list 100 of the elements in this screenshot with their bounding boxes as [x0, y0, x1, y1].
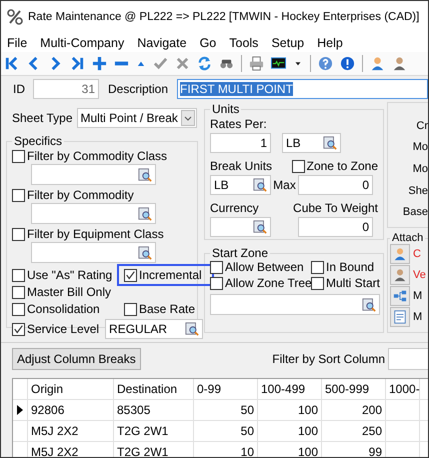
field-label: Max: [272, 178, 297, 192]
checkbox-label: Zone to Zone: [306, 159, 378, 173]
table-cell: 92806: [28, 400, 114, 420]
max-field[interactable]: 0: [298, 175, 373, 195]
group-title: Attach: [391, 232, 424, 244]
adjust-column-breaks-button[interactable]: Adjust Column Breaks: [12, 348, 141, 370]
help-icon[interactable]: [318, 56, 333, 71]
last-record-icon[interactable]: [70, 56, 85, 71]
table-cell: 200: [322, 400, 386, 420]
unit-lookup-field[interactable]: LB: [282, 133, 341, 153]
person-button[interactable]: [390, 265, 410, 285]
sheet-type-dropdown[interactable]: Multi Point / Break: [76, 108, 196, 128]
table-cell: M5J 2X2: [28, 442, 114, 457]
checkbox[interactable]: [311, 276, 324, 290]
checkbox[interactable]: [12, 322, 25, 336]
menu-item[interactable]: File: [7, 36, 34, 50]
checkbox[interactable]: [210, 260, 223, 274]
table-cell: 100: [258, 400, 322, 420]
menu-item[interactable]: Go: [200, 36, 222, 50]
checkbox[interactable]: [210, 276, 223, 290]
checkbox-label: Filter by Commodity: [27, 188, 134, 202]
break-units-field[interactable]: LB: [210, 175, 271, 195]
table-cell: T2G 2W1: [114, 421, 194, 441]
rates-per-field[interactable]: 1: [210, 133, 271, 153]
person-icon[interactable]: [392, 56, 407, 71]
hierarchy-icon: [393, 289, 407, 303]
app-icon: [7, 9, 23, 25]
table-cell: 85305: [114, 400, 194, 420]
start-zone-field[interactable]: [210, 294, 380, 315]
lookup-icon[interactable]: [138, 246, 152, 260]
field-label: Base: [402, 206, 428, 218]
chevron-down-icon: [180, 110, 194, 126]
field-label: Currency: [210, 201, 260, 215]
checkbox[interactable]: [124, 302, 137, 316]
currency-field[interactable]: [210, 217, 271, 237]
column-header[interactable]: 500-999: [322, 379, 386, 399]
close-icon[interactable]: [175, 56, 190, 71]
description-field[interactable]: FIRST MULTI POINT: [177, 78, 428, 98]
lookup-icon[interactable]: [323, 136, 337, 150]
lookup-field[interactable]: [31, 242, 156, 263]
first-record-icon[interactable]: [4, 56, 19, 71]
menu-item[interactable]: Navigate: [137, 36, 193, 50]
checkbox[interactable]: [12, 188, 25, 202]
checkbox[interactable]: [12, 268, 25, 282]
attachment-label: M: [413, 311, 422, 323]
checkbox[interactable]: [311, 260, 324, 274]
printer-icon[interactable]: [249, 56, 264, 71]
refresh-icon[interactable]: [197, 56, 212, 71]
check-icon[interactable]: [153, 56, 168, 71]
info-icon[interactable]: [340, 56, 355, 71]
column-header[interactable]: 100-499: [258, 379, 322, 399]
table-cell: 100: [258, 442, 322, 457]
menu-item[interactable]: Multi-Company: [40, 36, 130, 50]
lookup-field[interactable]: [31, 203, 156, 224]
checkbox[interactable]: [12, 228, 25, 240]
checkbox-label: Filter by Equipment Class: [27, 227, 164, 241]
person-button[interactable]: [390, 244, 410, 264]
field-label: ID: [13, 82, 25, 96]
menu-item[interactable]: Tools: [229, 36, 264, 50]
checkbox-label: Filter by Commodity Class: [27, 149, 168, 163]
lookup-icon[interactable]: [138, 168, 152, 182]
cube-to-weight-field[interactable]: 0: [298, 217, 373, 237]
checkbox-label: Master Bill Only: [27, 285, 112, 299]
hierarchy-button[interactable]: [390, 286, 410, 306]
checkbox[interactable]: [12, 286, 25, 298]
attachment-label: C: [413, 248, 421, 260]
group-title: Start Zone: [211, 246, 270, 260]
table-cell: 10: [194, 442, 258, 457]
column-header[interactable]: Destination: [114, 379, 194, 399]
checkbox-label: Base Rate: [139, 302, 196, 316]
menu-item[interactable]: Setup: [271, 36, 310, 50]
lookup-icon[interactable]: [138, 206, 152, 220]
menu-item[interactable]: Help: [317, 36, 349, 50]
column-header[interactable]: 0-99: [194, 379, 258, 399]
table-cell: T2G 2W1: [114, 442, 194, 457]
lookup-icon[interactable]: [185, 322, 200, 336]
id-field[interactable]: 31: [33, 78, 99, 98]
checkbox-label: In Bound: [326, 260, 374, 274]
lookup-icon[interactable]: [253, 178, 267, 192]
note-icon: [393, 310, 407, 324]
field-label: She: [408, 184, 428, 197]
field-label: Filter by Sort Column: [272, 352, 385, 366]
lookup-icon[interactable]: [253, 220, 267, 234]
lookup-icon[interactable]: [362, 298, 376, 312]
checkbox[interactable]: [12, 302, 25, 316]
service-level-field[interactable]: REGULAR: [105, 319, 204, 339]
filter-field[interactable]: [388, 348, 428, 370]
field-label: Mo: [412, 141, 428, 154]
person-icon[interactable]: [370, 56, 385, 71]
checkbox[interactable]: [12, 150, 25, 162]
monitor-icon[interactable]: [271, 56, 286, 71]
group-title: Specifics: [13, 134, 64, 148]
attachment-label: M: [413, 290, 422, 302]
column-header[interactable]: Origin: [28, 379, 114, 399]
checkbox[interactable]: [292, 160, 305, 172]
checkbox[interactable]: [124, 268, 137, 282]
note-button[interactable]: [390, 307, 410, 327]
add-icon[interactable]: [92, 56, 107, 71]
lookup-field[interactable]: [31, 164, 156, 185]
column-header[interactable]: 1000-: [386, 379, 420, 399]
